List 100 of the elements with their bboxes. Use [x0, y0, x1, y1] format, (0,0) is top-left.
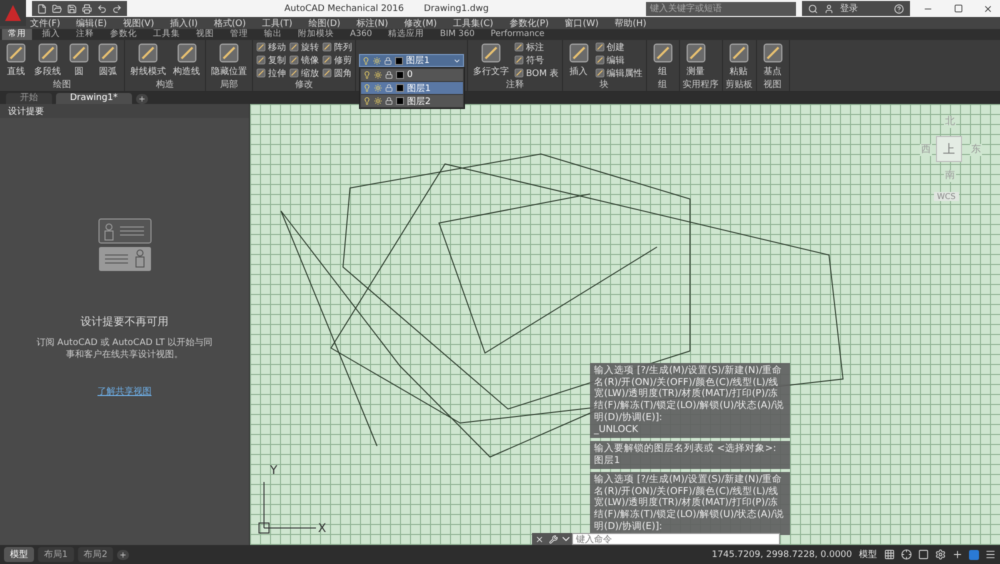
ribbon-tab[interactable]: 附加模块	[292, 29, 340, 40]
ribbon-tab[interactable]: 常用	[2, 29, 32, 40]
redo-icon[interactable]	[112, 4, 122, 14]
help-icon[interactable]	[894, 4, 904, 14]
document-tab[interactable]: Drawing1*	[56, 93, 132, 104]
ribbon-tab[interactable]: 输出	[258, 29, 288, 40]
ribbon-tool-button[interactable]: 圆	[66, 41, 92, 79]
ribbon-tool-button[interactable]: 编辑	[594, 54, 643, 66]
ribbon-tab[interactable]: 插入	[36, 29, 66, 40]
ribbon-tool-button[interactable]: BOM 表	[514, 67, 559, 79]
new-layout-button[interactable]	[117, 550, 130, 560]
menu-item[interactable]: 窗口(W)	[564, 16, 599, 30]
menu-item[interactable]: 工具集(C)	[452, 16, 494, 30]
panel-title[interactable]: 构造	[128, 80, 202, 91]
document-tab[interactable]: 开始	[6, 93, 52, 104]
save-icon[interactable]	[67, 4, 77, 14]
ribbon-tab[interactable]: 精选应用	[382, 29, 430, 40]
open-folder-icon[interactable]	[52, 4, 62, 14]
menu-item[interactable]: 帮助(H)	[614, 16, 646, 30]
menu-item[interactable]: 格式(O)	[214, 16, 246, 30]
toggle-icon[interactable]	[969, 550, 979, 560]
menu-item[interactable]: 编辑(E)	[76, 16, 107, 30]
panel-title[interactable]: 块	[566, 80, 643, 91]
layout-tab[interactable]: 布局1	[38, 547, 74, 562]
ribbon-tool-button[interactable]: 隐藏位置	[209, 41, 249, 79]
menu-item[interactable]: 工具(T)	[262, 16, 292, 30]
menu-item[interactable]: 标注(N)	[356, 16, 388, 30]
ribbon-tool-button[interactable]: 测量	[682, 41, 709, 79]
learn-more-link[interactable]: 了解共享视图	[98, 385, 152, 398]
grid-icon[interactable]	[884, 549, 895, 560]
user-icon[interactable]	[824, 4, 834, 14]
ribbon-tool-button[interactable]: 创建	[594, 41, 643, 53]
ribbon-tab[interactable]: 管理	[224, 29, 254, 40]
layer-dropdown[interactable]: 图层1	[359, 54, 464, 67]
ribbon-tool-button[interactable]: 组	[650, 41, 676, 79]
panel-title[interactable]: 实用程序	[682, 80, 719, 91]
ribbon-tab[interactable]: Performance	[484, 29, 551, 40]
printer-icon[interactable]	[82, 4, 92, 14]
panel-title[interactable]: 注释	[471, 80, 559, 91]
ribbon-tool-button[interactable]: 阵列	[322, 41, 352, 53]
ribbon-tool-button[interactable]: 拉伸	[256, 67, 286, 79]
panel-title[interactable]: 剪贴板	[726, 80, 753, 91]
crosshair-icon[interactable]	[901, 549, 912, 560]
ribbon-tab[interactable]: A360	[344, 29, 378, 40]
menu-item[interactable]: 插入(I)	[170, 16, 198, 30]
ribbon-tab[interactable]: 注释	[70, 29, 100, 40]
layer-list-item[interactable]: 图层1	[361, 82, 463, 94]
menu-item[interactable]: 绘图(D)	[308, 16, 340, 30]
new-tab-button[interactable]	[136, 94, 148, 104]
ribbon-tool-button[interactable]: 插入	[566, 41, 592, 79]
ribbon-tool-button[interactable]: 圆角	[322, 67, 352, 79]
menu-item[interactable]: 参数化(P)	[509, 16, 549, 30]
ribbon-tool-button[interactable]: 镜像	[289, 54, 319, 66]
sign-in-link[interactable]: 登录	[840, 2, 858, 15]
caret-icon[interactable]	[560, 533, 572, 545]
ribbon-tool-button[interactable]: 粘贴	[726, 41, 752, 79]
panel-title[interactable]: 绘图	[3, 80, 121, 91]
ribbon-tool-button[interactable]: 圆弧	[95, 41, 121, 79]
ribbon-tool-button[interactable]: 复制	[256, 54, 286, 66]
ribbon-tab[interactable]: 视图	[190, 29, 220, 40]
ribbon-tool-button[interactable]: 编辑属性	[594, 67, 643, 79]
close-icon[interactable]	[534, 534, 544, 544]
square-icon[interactable]	[918, 549, 929, 560]
panel-title[interactable]: 修改	[256, 80, 352, 91]
ribbon-tab[interactable]: 工具集	[147, 29, 186, 40]
ribbon-tool-button[interactable]: 修剪	[322, 54, 352, 66]
ribbon-tab[interactable]: 参数化	[104, 29, 143, 40]
ribbon-tool-button[interactable]: 多行文字	[471, 41, 511, 79]
ribbon-tool-button[interactable]: 标注	[514, 41, 559, 53]
ribbon-tab[interactable]: BIM 360	[434, 29, 481, 40]
panel-title[interactable]: 组	[650, 80, 676, 91]
menu-item[interactable]: 视图(V)	[122, 16, 154, 30]
command-input-field[interactable]: 键入命令	[572, 533, 780, 545]
wrench-icon[interactable]	[548, 534, 558, 544]
menu-icon[interactable]	[985, 549, 996, 560]
menu-item[interactable]: 文件(F)	[30, 16, 60, 30]
plus-icon[interactable]	[952, 549, 963, 560]
ribbon-tool-button[interactable]: 符号	[514, 54, 559, 66]
ribbon-tool-button[interactable]: 缩放	[289, 67, 319, 79]
layer-list-item[interactable]: 0	[361, 69, 463, 81]
panel-title[interactable]: 局部	[209, 80, 249, 91]
ribbon-tool-button[interactable]: 移动	[256, 41, 286, 53]
panel-title[interactable]: 视图	[760, 80, 786, 91]
ribbon-tool-button[interactable]: 基点	[760, 41, 786, 79]
new-file-icon[interactable]	[37, 4, 47, 14]
layout-tab[interactable]: 布局2	[78, 547, 114, 562]
undo-icon[interactable]	[97, 4, 107, 14]
maximize-icon[interactable]	[954, 4, 962, 13]
ribbon-tool-button[interactable]: 构造线	[171, 41, 202, 79]
layer-list-item[interactable]: 图层2	[361, 95, 463, 107]
close-icon[interactable]	[983, 4, 993, 14]
viewcube-face[interactable]: 上	[936, 136, 962, 162]
ribbon-tool-button[interactable]: 多段线	[32, 41, 63, 79]
ribbon-tool-button[interactable]: 直线	[3, 41, 29, 79]
settings-icon[interactable]	[935, 549, 946, 560]
ribbon-tool-button[interactable]: 旋转	[289, 41, 319, 53]
model-space-button[interactable]: 模型	[856, 548, 880, 561]
ribbon-tool-button[interactable]: 射线模式	[128, 41, 168, 79]
layout-tab[interactable]: 模型	[4, 547, 34, 562]
menu-item[interactable]: 修改(M)	[404, 16, 437, 30]
